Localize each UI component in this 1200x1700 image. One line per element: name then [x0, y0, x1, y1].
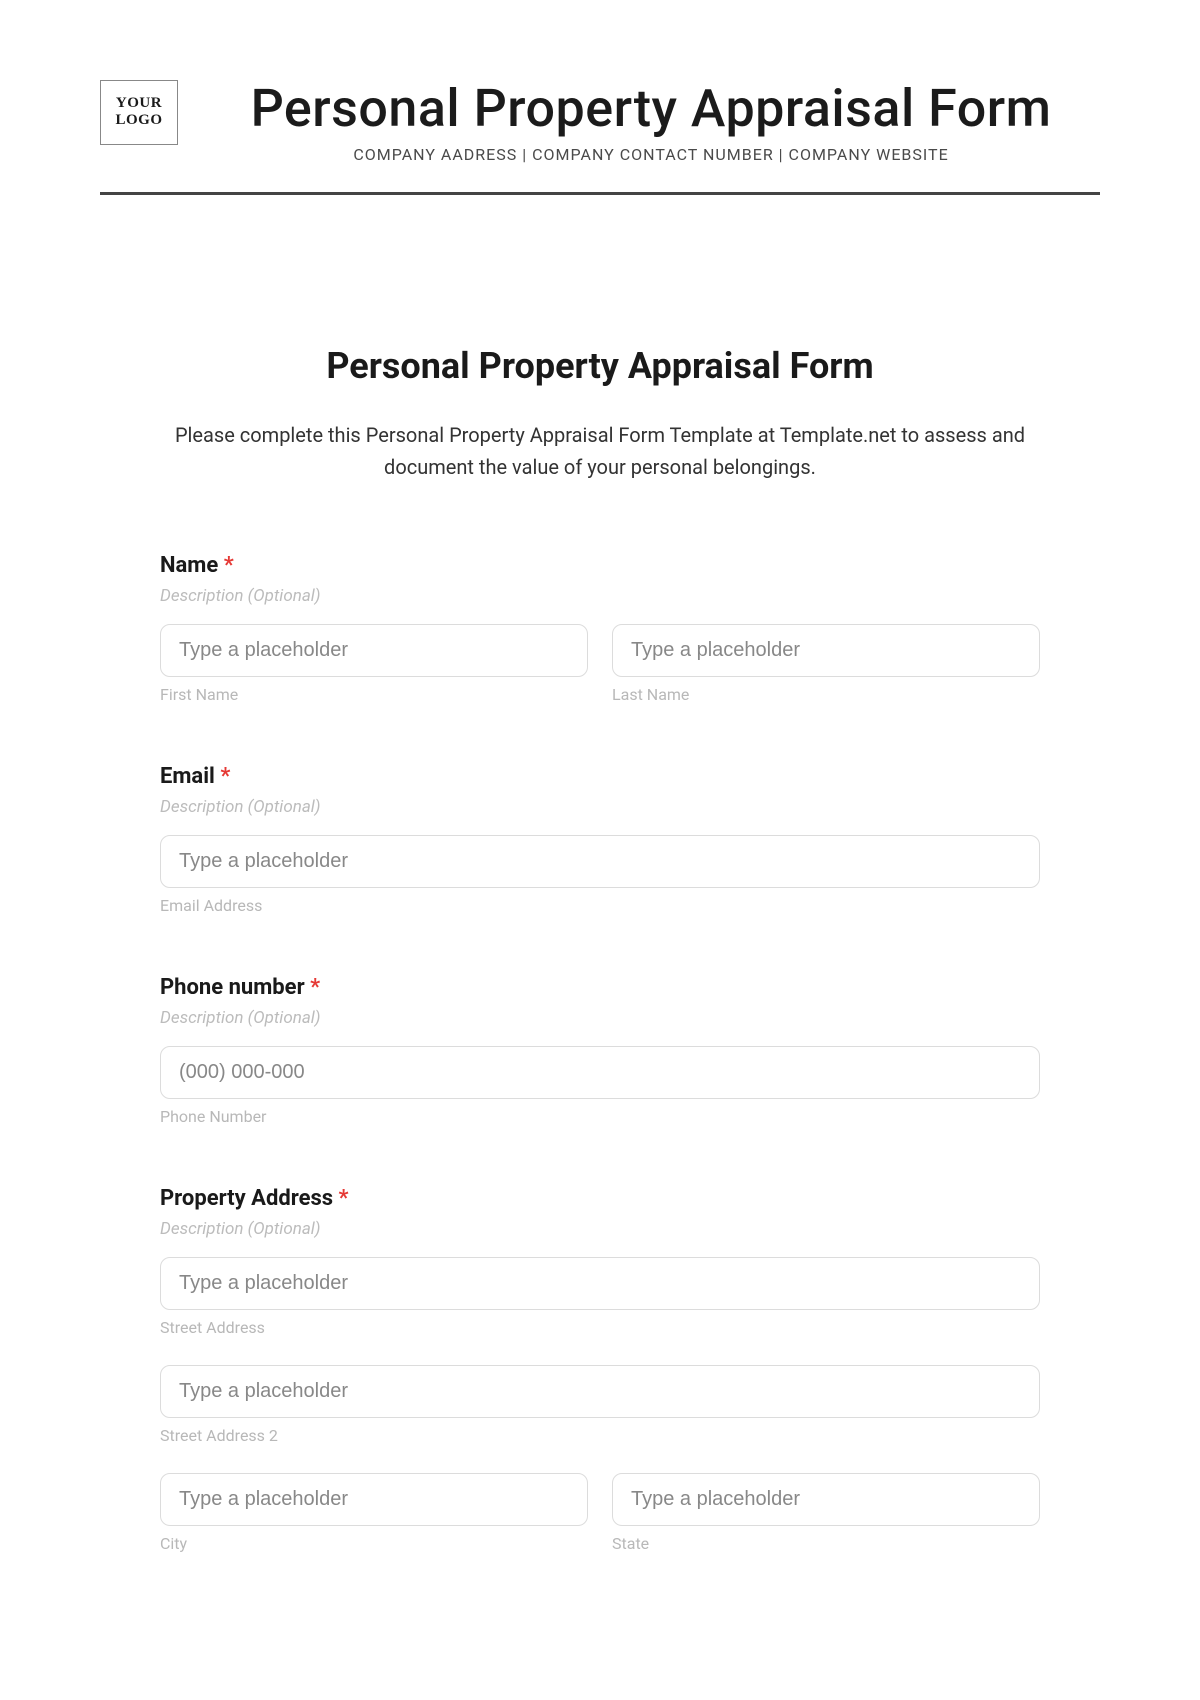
form-container: Personal Property Appraisal Form Please …	[140, 345, 1060, 1553]
email-label: Email *	[160, 764, 1040, 789]
section-email: Email * Description (Optional) Email Add…	[160, 764, 1040, 915]
state-input[interactable]	[612, 1473, 1040, 1526]
city-sublabel: City	[160, 1534, 588, 1553]
email-sublabel: Email Address	[160, 896, 1040, 915]
name-label-text: Name	[160, 553, 218, 578]
required-mark: *	[339, 1186, 349, 1211]
email-description: Description (Optional)	[160, 797, 1040, 817]
phone-input[interactable]	[160, 1046, 1040, 1099]
phone-sublabel: Phone Number	[160, 1107, 1040, 1126]
section-property-address: Property Address * Description (Optional…	[160, 1186, 1040, 1553]
street-address-2-sublabel: Street Address 2	[160, 1426, 1040, 1445]
state-sublabel: State	[612, 1534, 1040, 1553]
header-divider	[100, 192, 1100, 195]
section-name: Name * Description (Optional) First Name…	[160, 553, 1040, 704]
address-label-text: Property Address	[160, 1186, 333, 1211]
phone-description: Description (Optional)	[160, 1008, 1040, 1028]
email-input[interactable]	[160, 835, 1040, 888]
address-label: Property Address *	[160, 1186, 1040, 1211]
first-name-sublabel: First Name	[160, 685, 588, 704]
first-name-input[interactable]	[160, 624, 588, 677]
logo-line-1: YOUR	[111, 95, 167, 112]
address-description: Description (Optional)	[160, 1219, 1040, 1239]
section-phone: Phone number * Description (Optional) Ph…	[160, 975, 1040, 1126]
document-title: Personal Property Appraisal Form	[202, 80, 1100, 137]
required-mark: *	[220, 764, 230, 789]
document-header: YOUR LOGO Personal Property Appraisal Fo…	[100, 80, 1100, 164]
document-subtitle: COMPANY AADRESS | COMPANY CONTACT NUMBER…	[202, 145, 1100, 164]
phone-label-text: Phone number	[160, 975, 305, 1000]
street-address-input[interactable]	[160, 1257, 1040, 1310]
phone-label: Phone number *	[160, 975, 1040, 1000]
form-title: Personal Property Appraisal Form	[160, 345, 1040, 387]
last-name-input[interactable]	[612, 624, 1040, 677]
name-label: Name *	[160, 553, 1040, 578]
name-description: Description (Optional)	[160, 586, 1040, 606]
required-mark: *	[310, 975, 320, 1000]
form-intro: Please complete this Personal Property A…	[160, 419, 1040, 483]
last-name-sublabel: Last Name	[612, 685, 1040, 704]
city-input[interactable]	[160, 1473, 588, 1526]
street-address-sublabel: Street Address	[160, 1318, 1040, 1337]
required-mark: *	[224, 553, 234, 578]
email-label-text: Email	[160, 764, 215, 789]
logo-line-2: LOGO	[111, 112, 167, 129]
logo-placeholder: YOUR LOGO	[100, 80, 178, 145]
street-address-2-input[interactable]	[160, 1365, 1040, 1418]
